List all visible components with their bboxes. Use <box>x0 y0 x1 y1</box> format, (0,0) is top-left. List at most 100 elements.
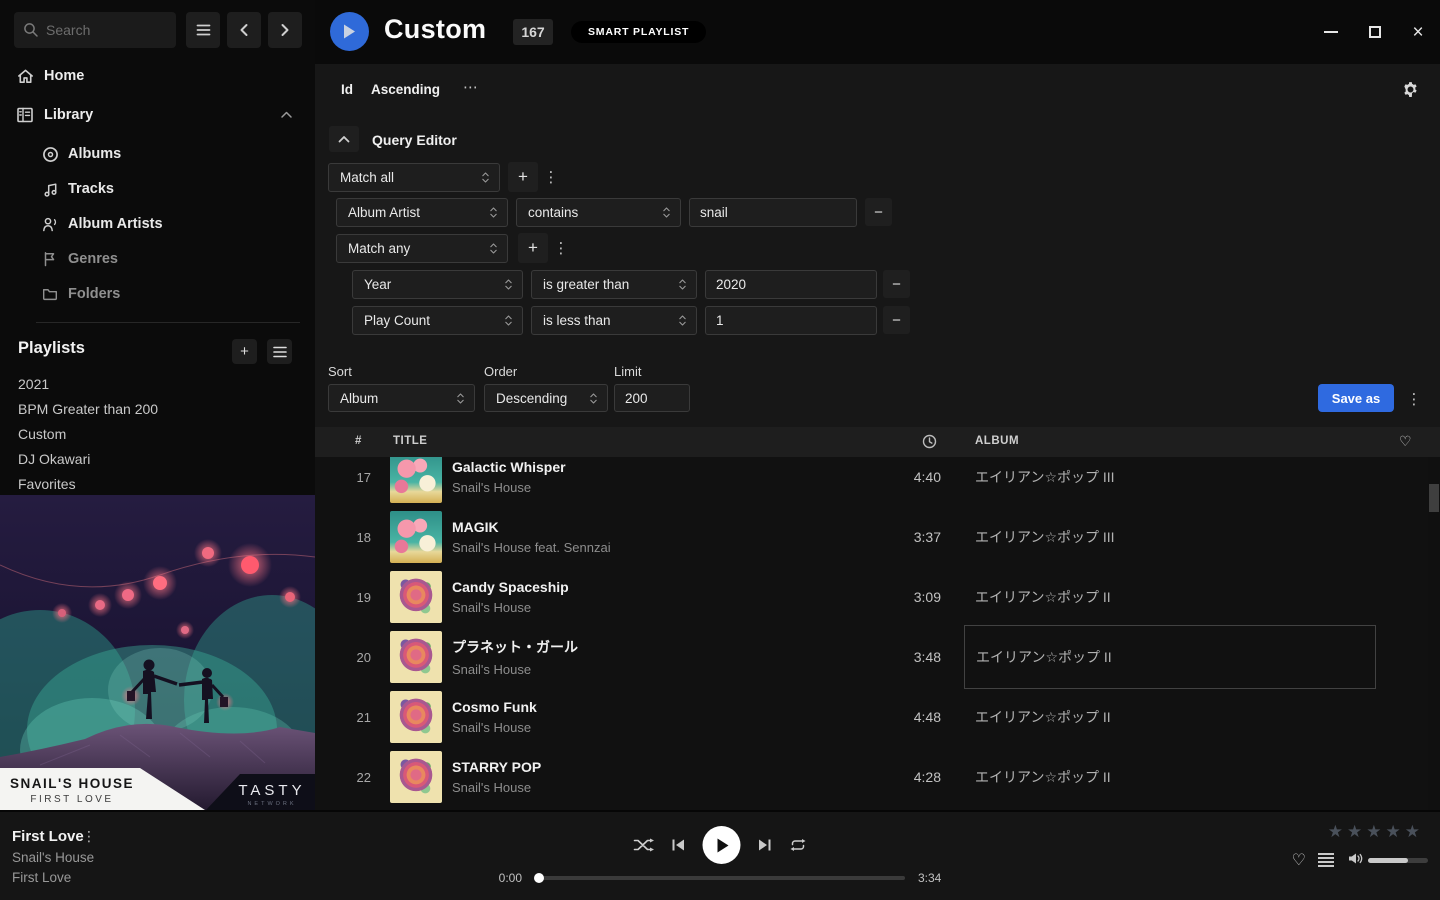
column-album[interactable]: ALBUM <box>975 435 1019 447</box>
sidebar-item-library[interactable]: Library <box>0 101 315 129</box>
playlist-item[interactable]: BPM Greater than 200 <box>18 396 158 421</box>
track-list: 17 Galactic Whisper Snail's House 4:40 エ… <box>315 457 1440 810</box>
rule2-remove-button[interactable]: − <box>883 270 910 298</box>
sort-direction-button[interactable]: Ascending <box>371 82 440 97</box>
rule3-value-input[interactable] <box>705 306 877 335</box>
scrollbar-thumb[interactable] <box>1429 484 1439 512</box>
add-playlist-button[interactable]: + <box>232 339 257 364</box>
add-rule-button[interactable]: + <box>518 233 548 263</box>
table-row[interactable]: 20 プラネット・ガール Snail's House 3:48 エイリアン☆ポッ… <box>315 627 1440 687</box>
rule3-operator-select[interactable]: is less than <box>531 306 697 335</box>
play-playlist-button[interactable] <box>330 12 369 51</box>
chevron-up-icon[interactable] <box>280 110 293 120</box>
match-any-select[interactable]: Match any <box>336 234 508 263</box>
total-time: 3:34 <box>918 871 960 885</box>
repeat-button[interactable] <box>789 838 808 852</box>
track-duration: 3:09 <box>831 589 941 605</box>
progress-handle[interactable] <box>534 873 544 883</box>
sidebar-item-tracks[interactable]: Tracks <box>0 175 315 203</box>
forward-button[interactable] <box>268 12 302 48</box>
table-row[interactable]: 22 STARRY POP Snail's House 4:28 エイリアン☆ポ… <box>315 747 1440 807</box>
volume-mute-button[interactable] <box>1348 852 1364 870</box>
sort-field-button[interactable]: Id <box>341 82 353 97</box>
playlist-item[interactable]: Custom <box>18 421 158 446</box>
next-button[interactable] <box>758 838 772 852</box>
close-icon: × <box>1412 23 1423 42</box>
shuffle-button[interactable] <box>633 837 655 853</box>
rule1-operator-select[interactable]: contains <box>516 198 681 227</box>
rule1-value-input[interactable] <box>689 198 857 227</box>
track-album-cell[interactable]: エイリアン☆ポップ II <box>964 625 1376 689</box>
table-row[interactable]: 19 Candy Spaceship Snail's House 3:09 エイ… <box>315 567 1440 627</box>
album-art-thumbnail <box>390 457 442 503</box>
track-meta: Cosmo Funk Snail's House <box>452 699 537 735</box>
artist-icon <box>42 216 62 233</box>
table-row[interactable]: 18 MAGIK Snail's House feat. Sennzai 3:3… <box>315 507 1440 567</box>
playlist-item[interactable]: Favorites <box>18 471 158 496</box>
column-number[interactable]: # <box>355 435 362 447</box>
volume-slider[interactable] <box>1368 858 1428 863</box>
save-as-button[interactable]: Save as <box>1318 384 1394 412</box>
order-select[interactable]: Descending <box>484 384 608 412</box>
table-header: # TITLE ALBUM ♡ <box>315 427 1440 457</box>
tracks-icon <box>42 181 62 198</box>
menu-button[interactable] <box>186 12 220 48</box>
group-menu-button[interactable]: ⋮ <box>543 162 559 192</box>
table-row[interactable]: 21 Cosmo Funk Snail's House 4:48 エイリアン☆ポ… <box>315 687 1440 747</box>
limit-input[interactable] <box>614 384 690 412</box>
match-all-select[interactable]: Match all <box>328 163 500 192</box>
star-rating[interactable]: ★★★★★ <box>1328 822 1424 842</box>
track-album-cell[interactable]: エイリアン☆ポップ II <box>964 747 1376 807</box>
artwork-title-text: FIRST LOVE <box>0 794 144 805</box>
close-button[interactable]: × <box>1403 17 1433 47</box>
favorite-column-icon[interactable]: ♡ <box>1399 433 1412 450</box>
next-icon <box>758 838 772 852</box>
track-album-cell[interactable]: エイリアン☆ポップ II <box>964 687 1376 747</box>
queue-button[interactable] <box>1318 853 1334 872</box>
previous-button[interactable] <box>672 838 686 852</box>
rule3-remove-button[interactable]: − <box>883 306 910 334</box>
favorite-button[interactable]: ♡ <box>1292 850 1306 870</box>
sidebar-item-folders[interactable]: Folders <box>0 280 315 308</box>
back-button[interactable] <box>227 12 261 48</box>
now-playing-menu-button[interactable]: ⋮ <box>82 828 96 845</box>
column-title[interactable]: TITLE <box>393 435 427 447</box>
play-pause-button[interactable] <box>703 826 741 864</box>
manage-playlists-button[interactable] <box>267 339 292 364</box>
rule2-value-input[interactable] <box>705 270 877 299</box>
playback-controls <box>633 826 808 864</box>
sidebar-item-home[interactable]: Home <box>0 62 315 90</box>
table-row[interactable]: 17 Galactic Whisper Snail's House 4:40 エ… <box>315 457 1440 507</box>
minus-icon: − <box>892 312 901 329</box>
playlist-item[interactable]: DJ Okawari <box>18 446 158 471</box>
more-options-button[interactable]: ⋯ <box>463 78 479 96</box>
playlists-header: Playlists <box>18 339 85 358</box>
settings-gear-button[interactable] <box>1402 81 1419 103</box>
rule2-operator-select[interactable]: is greater than <box>531 270 697 299</box>
playlist-item[interactable]: 2021 <box>18 371 158 396</box>
sort-select[interactable]: Album <box>328 384 475 412</box>
track-album-cell[interactable]: エイリアン☆ポップ III <box>964 457 1376 507</box>
group-menu-button[interactable]: ⋮ <box>553 233 569 263</box>
track-album-cell[interactable]: エイリアン☆ポップ III <box>964 507 1376 567</box>
rule1-field-select[interactable]: Album Artist <box>336 198 508 227</box>
sidebar-item-genres[interactable]: Genres <box>0 245 315 273</box>
rule2-field-select[interactable]: Year <box>352 270 523 299</box>
query-editor-title: Query Editor <box>372 132 457 148</box>
select-value: Match any <box>348 241 410 256</box>
chevron-left-icon <box>237 22 251 38</box>
query-editor-collapse-button[interactable] <box>329 126 359 152</box>
library-icon <box>16 106 36 124</box>
rule1-remove-button[interactable]: − <box>865 198 892 226</box>
scrollbar-track[interactable] <box>1428 457 1440 810</box>
rule3-field-select[interactable]: Play Count <box>352 306 523 335</box>
sidebar-item-album-artists[interactable]: Album Artists <box>0 210 315 238</box>
maximize-button[interactable] <box>1360 17 1390 47</box>
minimize-button[interactable] <box>1316 17 1346 47</box>
progress-bar[interactable] <box>535 876 905 880</box>
query-menu-button[interactable]: ⋮ <box>1406 384 1422 414</box>
track-album-cell[interactable]: エイリアン☆ポップ II <box>964 567 1376 627</box>
add-rule-button[interactable]: + <box>508 162 538 192</box>
sidebar-item-albums[interactable]: Albums <box>0 140 315 168</box>
duration-clock-icon[interactable] <box>922 434 937 452</box>
